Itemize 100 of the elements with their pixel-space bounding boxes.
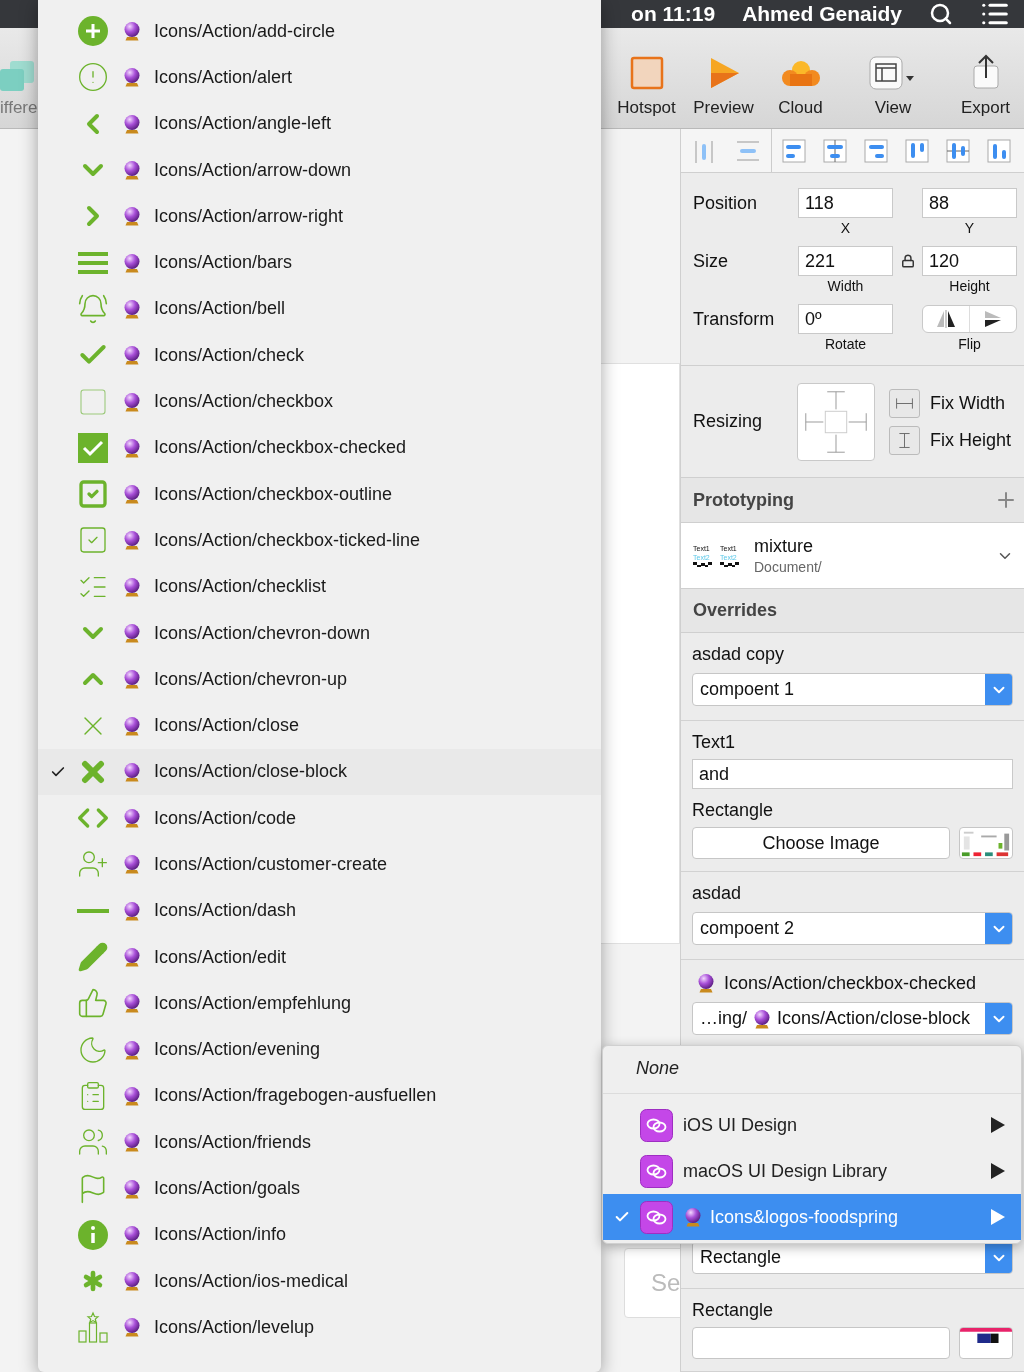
distribute-vertical-icon[interactable] xyxy=(735,138,759,163)
menu-item[interactable]: Icons/Action/checkbox-ticked-line xyxy=(38,517,601,564)
menu-item[interactable]: Icons/Action/checkbox-outline xyxy=(38,470,601,518)
height-field[interactable]: 120 xyxy=(922,246,1017,276)
crystal-ball-icon xyxy=(121,1039,142,1060)
align-bottom-icon[interactable] xyxy=(987,138,1011,163)
crystal-ball-icon xyxy=(121,298,142,319)
rotate-field[interactable]: 0º xyxy=(798,304,893,334)
crystal-ball-icon xyxy=(121,1224,142,1245)
fix-height-toggle[interactable] xyxy=(889,425,920,455)
toolbar-button[interactable]: Export xyxy=(947,53,1024,120)
path-prefix: …ing/ xyxy=(700,1007,748,1030)
menubar-user[interactable]: Ahmed Genaidy xyxy=(742,0,902,30)
resizing-label: Resizing xyxy=(693,410,764,433)
position-label: Position xyxy=(693,191,759,215)
menu-item[interactable]: iOS UI Design xyxy=(603,1102,1021,1148)
menu-item[interactable]: Icons/Action/check xyxy=(38,332,601,379)
menu-item[interactable]: Icons/Action/checklist xyxy=(38,563,601,610)
select-value: compoent 2 xyxy=(700,917,795,940)
menu-item[interactable]: Icons/Action/goals xyxy=(38,1165,601,1212)
crystal-ball-icon xyxy=(121,530,142,551)
crystal-ball-icon xyxy=(121,252,142,273)
menu-item[interactable]: Icons/Action/add-circle xyxy=(38,8,601,55)
align-right-icon[interactable] xyxy=(864,138,888,163)
select-value: compoent 1 xyxy=(700,678,795,701)
y-field[interactable]: 88 xyxy=(922,188,1017,218)
search-icon[interactable] xyxy=(929,2,953,26)
menu-item[interactable]: Icons/Action/edit xyxy=(38,933,601,981)
menu-item[interactable]: Icons/Action/ios-medical xyxy=(38,1258,601,1305)
menu-item[interactable]: macOS UI Design Library xyxy=(603,1148,1021,1194)
select-value: Icons/Action/close-block xyxy=(777,1007,971,1030)
crystal-ball-icon xyxy=(121,623,142,643)
menu-item[interactable]: Icons/Action/checkbox xyxy=(38,378,601,425)
align-top-icon[interactable] xyxy=(905,138,929,163)
width-field[interactable]: 221 xyxy=(798,246,893,276)
text-field[interactable]: and xyxy=(692,759,1013,789)
align-left-icon[interactable] xyxy=(782,138,806,163)
submenu-arrow-icon xyxy=(991,1209,1005,1225)
info-icon xyxy=(77,1218,109,1251)
menu-item[interactable]: Icons/Action/checkbox-checked xyxy=(38,424,601,471)
menu-item[interactable]: Icons/Action/arrow-down xyxy=(38,146,601,194)
crystal-ball-icon xyxy=(121,1132,142,1153)
crystal-ball-icon xyxy=(121,576,142,597)
toolbar-button[interactable]: Preview xyxy=(685,55,762,120)
menu-item[interactable]: Icons/Action/close xyxy=(38,702,601,749)
crystal-ball-icon xyxy=(121,854,142,875)
menu-item[interactable]: Icons/Action/chevron-down xyxy=(38,609,601,657)
menu-item[interactable]: Icons/Action/angle-left xyxy=(38,100,601,147)
select-field[interactable]: …ing/ Icons/Action/close-block xyxy=(692,1002,1013,1035)
menu-item[interactable]: Icons/Action/bell xyxy=(38,285,601,333)
menu-item[interactable]: Icons/Action/evening xyxy=(38,1026,601,1073)
choose-image-button[interactable]: Choose Image xyxy=(692,827,950,859)
toolbar-button[interactable]: Hotspot xyxy=(608,55,685,120)
section-title: Prototyping xyxy=(693,488,794,512)
crystal-ball-icon xyxy=(121,437,142,458)
crystal-ball-icon xyxy=(121,113,142,134)
menu-item[interactable]: Icons/Action/arrow-right xyxy=(38,193,601,240)
crystal-ball-icon xyxy=(121,160,142,181)
plus-circle-icon xyxy=(77,15,109,48)
transform-label: Transform xyxy=(693,307,776,331)
crystal-ball-icon xyxy=(683,1207,703,1227)
menu-item[interactable]: Icons/Action/dash xyxy=(38,887,601,934)
flip-caption: Flip xyxy=(957,335,982,354)
select-field[interactable]: compoent 1 xyxy=(692,673,1013,706)
menu-item[interactable]: None xyxy=(603,1049,1021,1087)
square-icon xyxy=(629,55,664,90)
override-label: asdad xyxy=(692,882,743,905)
override-label: asdad copy xyxy=(692,643,786,666)
fix-width-toggle[interactable] xyxy=(889,388,920,418)
select-field[interactable]: compoent 2 xyxy=(692,912,1013,945)
crystal-ball-icon xyxy=(121,1317,142,1338)
x-field[interactable]: 118 xyxy=(798,188,893,218)
toolbar-label: iffere xyxy=(0,96,38,119)
crystal-ball-icon xyxy=(121,67,142,88)
lock-icon xyxy=(900,254,915,268)
menu-item[interactable]: Icons/Action/fragebogen-ausfuellen xyxy=(38,1072,601,1120)
menu-item[interactable]: Icons/Action/chevron-up xyxy=(38,656,601,703)
menu-item[interactable]: Icons/Action/friends xyxy=(38,1119,601,1166)
override-label: Rectangle xyxy=(692,1299,775,1322)
menu-item[interactable]: Icons/Action/customer-create xyxy=(38,841,601,888)
crystal-ball-icon xyxy=(121,484,142,505)
align-middle-icon[interactable] xyxy=(946,138,970,163)
choose-image-button[interactable] xyxy=(692,1327,950,1359)
menu-item[interactable]: Icons/Action/info xyxy=(38,1211,601,1258)
menu-item[interactable]: Icons/Action/levelup xyxy=(38,1304,601,1351)
section-title: Overrides xyxy=(693,599,778,622)
menu-item[interactable]: Icons/Action/empfehlung xyxy=(38,980,601,1027)
x-caption: X xyxy=(839,219,852,238)
menu-item[interactable]: Icons/Action/code xyxy=(38,795,601,842)
toolbar-button[interactable]: View xyxy=(839,55,947,120)
select-value: Rectangle xyxy=(700,1246,782,1269)
pencil-icon xyxy=(77,941,109,974)
menu-item[interactable]: Icons/Action/close-block xyxy=(38,748,601,796)
crystal-ball-icon xyxy=(121,206,142,227)
align-center-icon[interactable] xyxy=(823,138,847,163)
dash-icon xyxy=(77,908,109,913)
menu-item[interactable]: Icons/Action/alert xyxy=(38,54,601,101)
menu-item[interactable]: Icons/Action/bars xyxy=(38,239,601,286)
toolbar-button[interactable]: Cloud xyxy=(762,55,839,120)
submenu-arrow-icon xyxy=(991,1163,1005,1179)
